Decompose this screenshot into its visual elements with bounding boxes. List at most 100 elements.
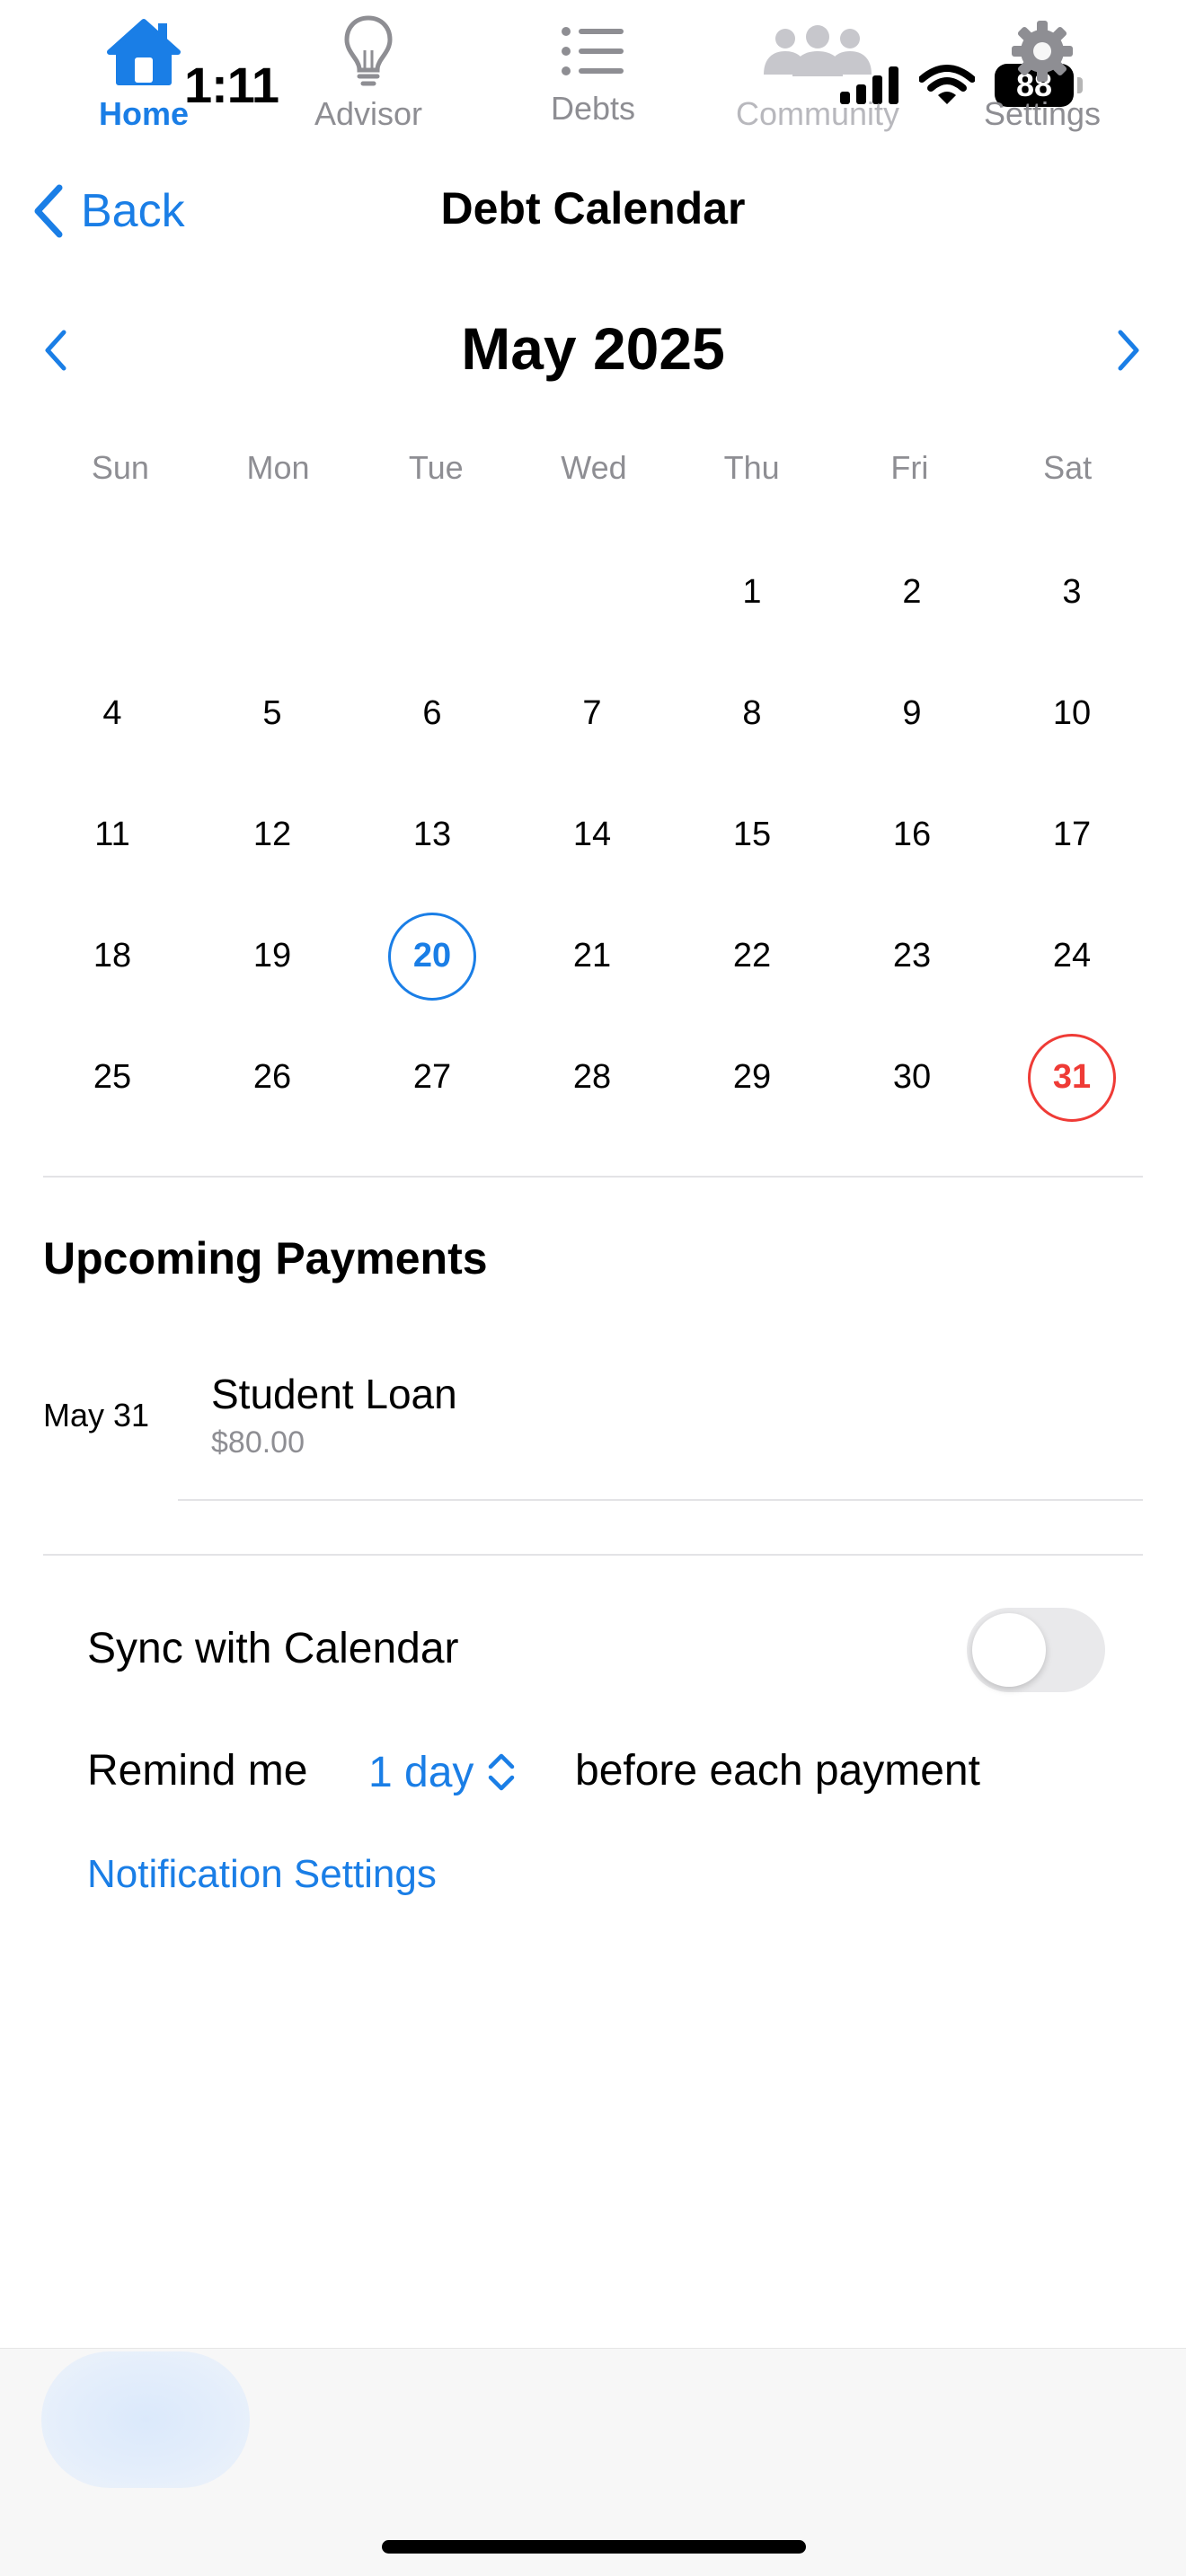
calendar-day-number: 1	[742, 573, 762, 611]
calendar-day[interactable]: 16	[832, 774, 992, 895]
upcoming-payments-title: Upcoming Payments	[43, 1233, 488, 1284]
calendar-day-number: 2	[902, 573, 922, 611]
weekday-label: Thu	[723, 449, 780, 486]
tab-settings[interactable]: Settings	[934, 13, 1150, 147]
calendar-blank-cell	[192, 532, 352, 653]
calendar-day[interactable]: 11	[32, 774, 192, 895]
weekday-label: Tue	[408, 449, 464, 486]
calendar-day[interactable]: 22	[672, 895, 832, 1017]
calendar-day[interactable]: 21	[512, 895, 672, 1017]
calendar-day-number: 11	[94, 816, 130, 853]
weekday-label: Sun	[91, 449, 149, 486]
calendar-day[interactable]: 3	[992, 532, 1152, 653]
calendar-day[interactable]: 13	[352, 774, 512, 895]
active-tab-highlight	[41, 2351, 250, 2488]
tab-community[interactable]: Community	[710, 13, 925, 147]
calendar-day[interactable]: 26	[192, 1017, 352, 1138]
calendar-day[interactable]: 8	[672, 653, 832, 774]
calendar-day[interactable]: 28	[512, 1017, 672, 1138]
calendar-day[interactable]: 10	[992, 653, 1152, 774]
payment-name: Student Loan	[211, 1371, 457, 1417]
calendar-day[interactable]: 29	[672, 1017, 832, 1138]
calendar-blank-cell	[32, 532, 192, 653]
tab-label: Advisor	[314, 95, 423, 132]
list-icon	[562, 27, 624, 75]
section-divider	[43, 1554, 1143, 1556]
payment-date: May 31	[43, 1397, 150, 1434]
gear-icon	[1012, 21, 1073, 82]
calendar-day[interactable]: 25	[32, 1017, 192, 1138]
payment-amount: $80.00	[211, 1425, 305, 1460]
calendar-day-number: 27	[412, 1058, 452, 1096]
sync-calendar-toggle[interactable]	[967, 1608, 1105, 1692]
tab-label: Home	[98, 95, 190, 132]
calendar-day-number: 16	[892, 816, 932, 853]
reminder-interval-picker[interactable]: 1 day	[368, 1741, 517, 1804]
chevron-right-icon	[1118, 330, 1139, 371]
calendar-day[interactable]: 24	[992, 895, 1152, 1017]
calendar-day-number: 24	[1052, 937, 1092, 975]
calendar-day-number: 13	[412, 816, 452, 853]
remind-suffix: before each payment	[575, 1747, 980, 1795]
calendar-grid: 1 2 3 4 5 6 7 8 9 10 11 12 13 14 15 16 17 18 19 20 21 22 23 24 2…	[32, 532, 1155, 1138]
tab-label: Settings	[983, 95, 1102, 132]
calendar-day[interactable]: 9	[832, 653, 992, 774]
calendar-day-number: 5	[262, 694, 282, 732]
calendar-day-number: 15	[732, 816, 772, 853]
calendar-day-number: 21	[572, 937, 612, 975]
calendar-day[interactable]: 20	[352, 895, 512, 1017]
calendar-day-number: 23	[892, 937, 932, 975]
calendar-day-number: 22	[732, 937, 772, 975]
calendar-day[interactable]: 31	[992, 1017, 1152, 1138]
tab-label: Community	[735, 95, 900, 132]
tab-home[interactable]: Home	[36, 13, 252, 147]
weekday-label: Fri	[890, 449, 929, 486]
calendar-day[interactable]: 14	[512, 774, 672, 895]
calendar-day[interactable]: 18	[32, 895, 192, 1017]
calendar-day[interactable]: 5	[192, 653, 352, 774]
page-title: Debt Calendar	[440, 183, 746, 234]
payment-row-divider	[178, 1499, 1143, 1501]
calendar-day-number: 4	[102, 694, 122, 732]
calendar-day[interactable]: 12	[192, 774, 352, 895]
calendar-day-number: 31	[1028, 1033, 1116, 1122]
calendar-day[interactable]: 27	[352, 1017, 512, 1138]
calendar-day-number: 30	[892, 1058, 932, 1096]
toggle-knob	[972, 1613, 1046, 1687]
calendar-day[interactable]: 7	[512, 653, 672, 774]
people-icon	[764, 25, 872, 76]
calendar-day-number: 20	[388, 912, 476, 1001]
house-icon	[107, 19, 181, 85]
next-month-button[interactable]	[1096, 319, 1159, 382]
calendar-day-number: 17	[1052, 816, 1092, 853]
calendar-day-number: 8	[742, 694, 762, 732]
calendar-day-number: 26	[252, 1058, 292, 1096]
weekday-label: Sat	[1043, 449, 1093, 486]
calendar-day-number: 19	[252, 937, 292, 975]
calendar-day[interactable]: 17	[992, 774, 1152, 895]
calendar-day[interactable]: 19	[192, 895, 352, 1017]
calendar-day[interactable]: 1	[672, 532, 832, 653]
calendar-day-number: 9	[902, 694, 922, 732]
calendar-blank-cell	[512, 532, 672, 653]
calendar-day-number: 12	[252, 816, 292, 853]
notification-settings-link[interactable]: Notification Settings	[87, 1852, 437, 1897]
calendar-day[interactable]: 15	[672, 774, 832, 895]
calendar-day-number: 6	[422, 694, 442, 732]
weekday-header: Sun Mon Tue Wed Thu Fri Sat	[41, 449, 1146, 487]
weekday-label: Wed	[561, 449, 627, 486]
calendar-day-number: 3	[1062, 573, 1082, 611]
tab-advisor[interactable]: Advisor	[261, 13, 476, 147]
tab-debts[interactable]: Debts	[485, 13, 701, 147]
calendar-day[interactable]: 4	[32, 653, 192, 774]
tab-label: Debts	[550, 90, 636, 127]
calendar-day-number: 18	[93, 937, 132, 975]
calendar-day[interactable]: 6	[352, 653, 512, 774]
calendar-day[interactable]: 2	[832, 532, 992, 653]
calendar-day-number: 14	[572, 816, 612, 853]
calendar-divider	[43, 1176, 1143, 1178]
calendar-blank-cell	[352, 532, 512, 653]
calendar-day[interactable]: 23	[832, 895, 992, 1017]
calendar-day[interactable]: 30	[832, 1017, 992, 1138]
payment-row[interactable]: May 31 Student Loan $80.00	[0, 1352, 1186, 1500]
